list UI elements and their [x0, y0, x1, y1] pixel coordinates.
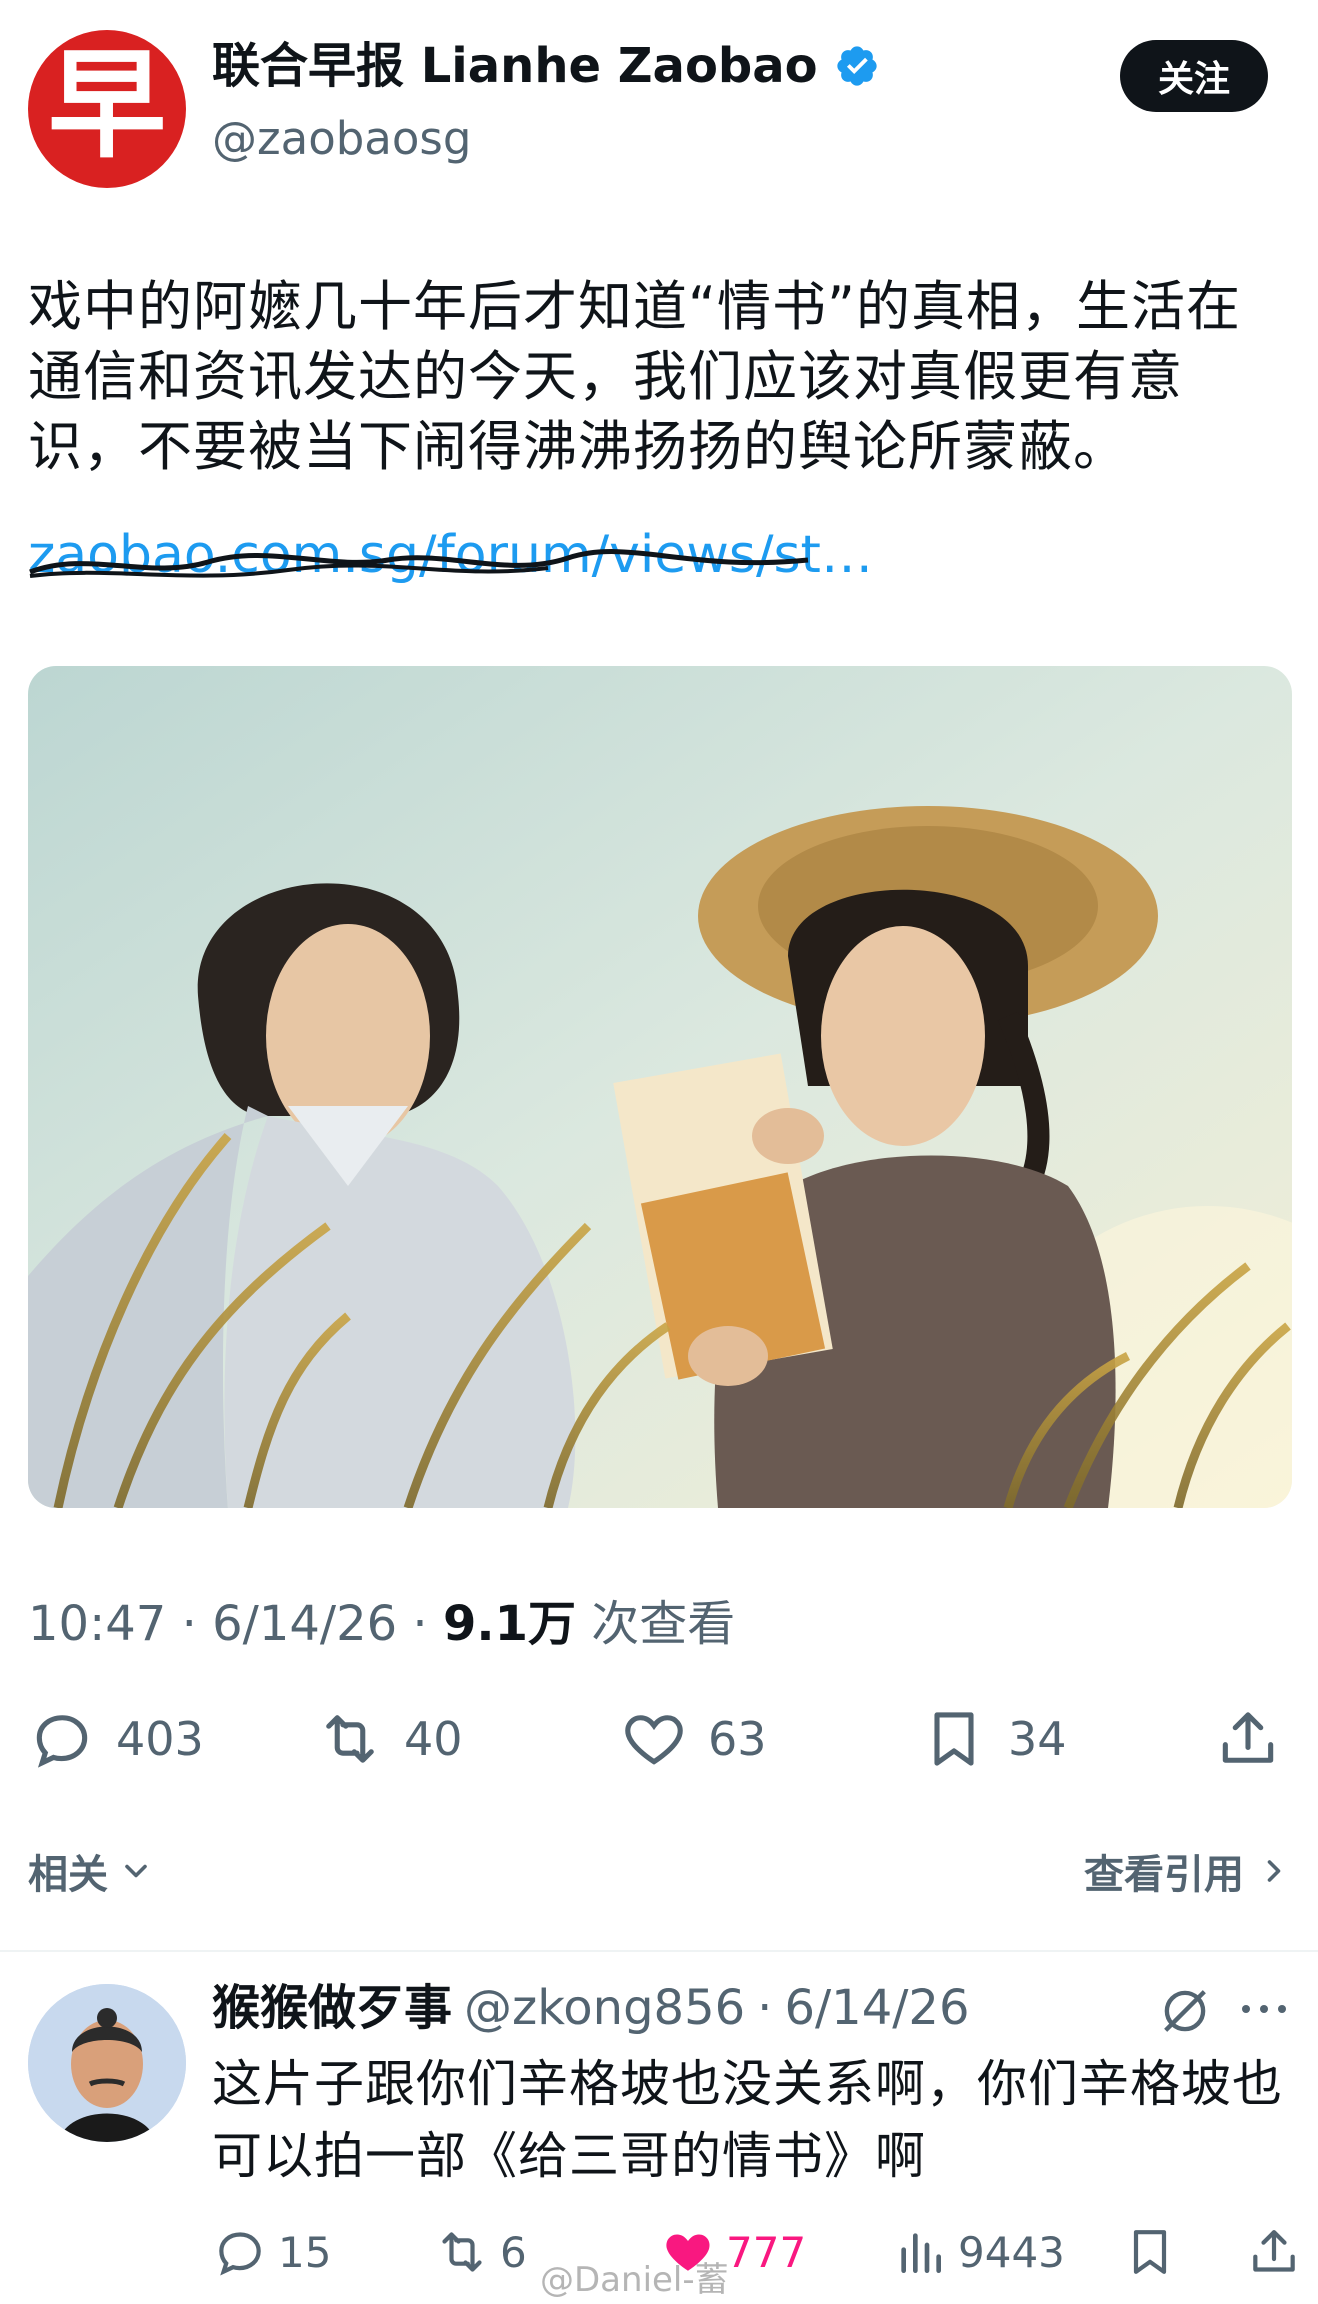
author-handle[interactable]: @zaobaosg	[212, 116, 471, 161]
retweet-icon	[442, 2232, 482, 2272]
retweet-count: 40	[404, 1712, 463, 1766]
heart-icon	[625, 1715, 683, 1765]
section-divider	[0, 1950, 1318, 1952]
film-still-illustration	[28, 666, 1292, 1508]
author-name-row: 联合早报 Lianhe Zaobao	[212, 42, 880, 90]
heart-filled-icon	[666, 2234, 710, 2271]
views-count: 9.1万	[442, 1596, 576, 1652]
tweet-link[interactable]: zaobao.com.sg/forum/views/st…	[28, 520, 873, 590]
reply-separator: ·	[757, 1980, 773, 2036]
meta-separator: ·	[412, 1596, 443, 1652]
reply-date[interactable]: 6/14/26	[784, 1978, 969, 2038]
follow-button[interactable]: 关注	[1120, 40, 1268, 112]
related-dropdown[interactable]: 相关	[28, 1842, 154, 1900]
author-avatar[interactable]: 早	[28, 30, 186, 188]
reply-icon	[36, 1715, 88, 1768]
reply-icon	[219, 2232, 261, 2276]
reply-like-count: 777	[726, 2227, 807, 2277]
grok-icon[interactable]	[1156, 1982, 1214, 2040]
tweet-text: 戏中的阿嬷几十年后才知道“情书”的真相，生活在通信和资讯发达的今天，我们应该对真…	[28, 275, 1241, 478]
share-icon	[1253, 2230, 1295, 2272]
reply-retweet-count: 6	[500, 2227, 527, 2277]
avatar-logo-glyph: 早	[47, 35, 166, 174]
reply-views-button[interactable]: 9443	[892, 2220, 1065, 2284]
reply-count: 403	[116, 1712, 204, 1766]
reply-button[interactable]: 403	[28, 1702, 204, 1776]
bookmark-count: 34	[1008, 1712, 1067, 1766]
like-count: 63	[708, 1712, 767, 1766]
views-chart-icon	[901, 2233, 941, 2273]
tweet-date[interactable]: 6/14/26	[212, 1596, 397, 1652]
reply-author-avatar[interactable]	[28, 1984, 186, 2142]
retweet-button[interactable]: 40	[316, 1702, 463, 1776]
bookmark-icon	[934, 1712, 974, 1766]
view-quotes-label: 查看引用	[1084, 1852, 1244, 1898]
reply-share-button[interactable]	[1246, 2220, 1302, 2284]
chevron-down-icon	[125, 1864, 147, 1878]
tweet-actions: 403 40 63 34	[28, 1702, 1292, 1776]
related-label: 相关	[28, 1852, 108, 1898]
reply-retweet-button[interactable]: 6	[434, 2220, 527, 2284]
reply-bookmark-button[interactable]	[1122, 2220, 1178, 2284]
reply-text: 这片子跟你们辛格坡也没关系啊，你们辛格坡也可以拍一部《给三哥的情书》啊	[212, 2055, 1283, 2185]
meta-separator: ·	[181, 1596, 213, 1652]
reply-author-handle[interactable]: @zkong856	[464, 1978, 745, 2038]
reply-avatar-portrait	[28, 1984, 186, 2142]
more-options-icon[interactable]	[1238, 1994, 1290, 2024]
reply-views-count: 9443	[958, 2227, 1065, 2277]
reply-like-button[interactable]: 777	[660, 2220, 806, 2284]
reply-actions: 15 6 777 9443	[212, 2220, 1302, 2284]
share-icon	[1222, 1712, 1274, 1763]
reply-reply-button[interactable]: 15	[212, 2220, 331, 2284]
chevron-right-icon	[1267, 1860, 1281, 1882]
reply-reply-count: 15	[278, 2227, 332, 2277]
retweet-icon	[326, 1715, 374, 1763]
bookmark-icon	[1133, 2230, 1167, 2274]
views-label: 次查看	[591, 1596, 736, 1652]
verified-badge-icon	[837, 46, 877, 86]
tweet-media-image[interactable]	[28, 666, 1292, 1508]
view-quotes-link[interactable]: 查看引用	[1084, 1842, 1292, 1900]
share-button[interactable]	[1214, 1702, 1282, 1776]
tweet-meta: 10:47 · 6/14/26 · 9.1万 次查看	[28, 1594, 735, 1654]
bookmark-button[interactable]: 34	[920, 1702, 1067, 1776]
tweet-time[interactable]: 10:47	[28, 1596, 166, 1652]
related-row: 相关 查看引用	[28, 1842, 1292, 1902]
reply-header: 猴猴做歹事 @zkong856 · 6/14/26	[212, 1978, 969, 2038]
like-button[interactable]: 63	[620, 1702, 767, 1776]
reply-author-name[interactable]: 猴猴做歹事	[212, 1978, 452, 2038]
author-name[interactable]: 联合早报 Lianhe Zaobao	[212, 42, 818, 90]
